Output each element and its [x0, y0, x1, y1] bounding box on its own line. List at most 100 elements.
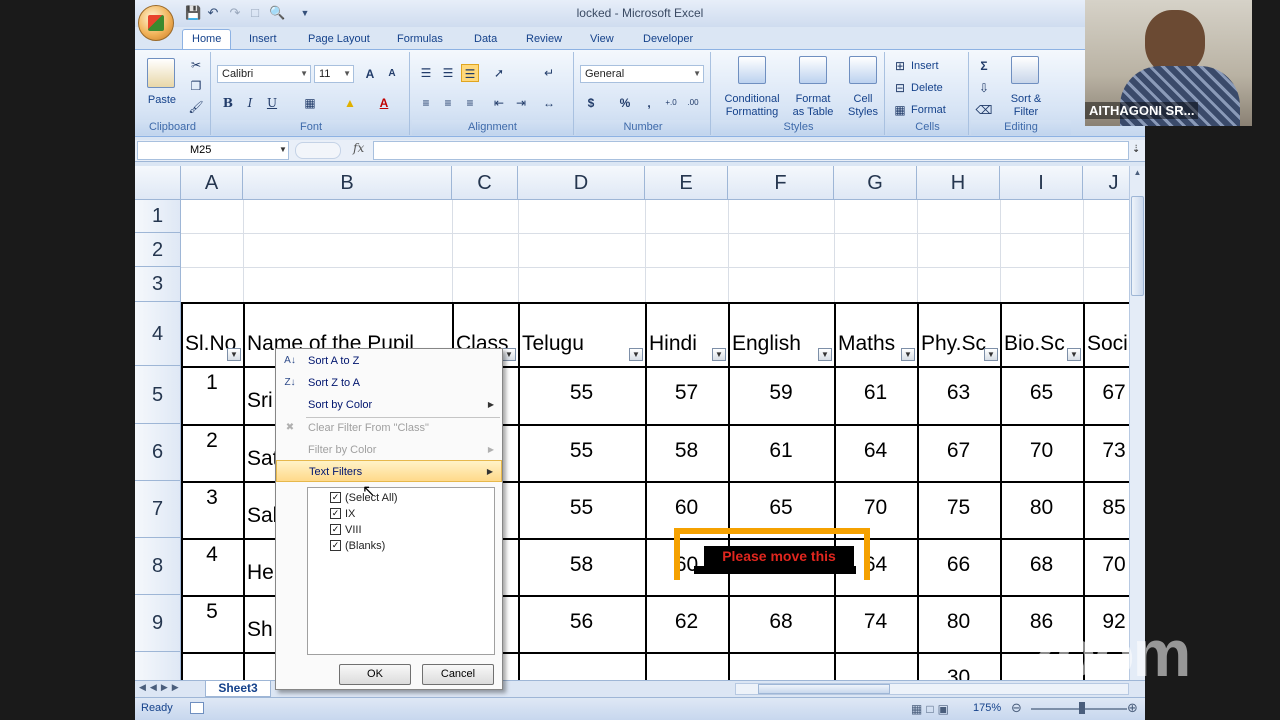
tab-developer[interactable]: Developer [641, 31, 695, 49]
format-cells-button[interactable]: Format [911, 104, 946, 117]
column-header-c[interactable]: C [452, 166, 518, 200]
select-all-corner[interactable] [135, 166, 181, 200]
cell-biosc[interactable]: 80 [1000, 496, 1083, 524]
zoom-out-icon[interactable]: ⊖ [1011, 700, 1022, 716]
tab-insert[interactable]: Insert [247, 31, 279, 49]
cell-sl[interactable]: 2 [181, 429, 243, 457]
vertical-scrollbar[interactable]: ▲ [1129, 166, 1145, 680]
filter-dropdown-d[interactable]: ▼ [629, 348, 643, 361]
zoom-in-icon[interactable]: ⊕ [1127, 700, 1138, 716]
column-header-h[interactable]: H [917, 166, 1000, 200]
view-buttons-icons[interactable]: ▦□▣ [911, 702, 953, 716]
macro-record-icon[interactable] [190, 702, 204, 714]
row-header-10[interactable] [135, 652, 181, 680]
cell-hindi[interactable]: 58 [645, 439, 728, 467]
name-box-dropdown-icon[interactable]: ▼ [279, 145, 287, 154]
shrink-font-button[interactable]: A [383, 65, 401, 83]
fill-icon[interactable]: ⇩ [975, 79, 993, 97]
cell-telugu[interactable]: 55 [518, 496, 645, 524]
format-as-table-button[interactable]: Format as Table [787, 93, 839, 119]
conditional-formatting-button[interactable]: Conditional Formatting [715, 93, 789, 119]
filter-dropdown-e[interactable]: ▼ [712, 348, 726, 361]
filter-dropdown-a[interactable]: ▼ [227, 348, 241, 361]
align-left-icon[interactable]: ≡ [417, 94, 435, 112]
filter-dropdown-i[interactable]: ▼ [1067, 348, 1081, 361]
cell-styles-button[interactable]: Cell Styles [841, 93, 885, 119]
cell-hindi[interactable]: 57 [645, 381, 728, 409]
insert-function-button[interactable]: fx [353, 141, 364, 155]
percent-button[interactable]: % [616, 94, 634, 112]
tab-home[interactable]: Home [182, 29, 232, 49]
sort-by-color-item[interactable]: Sort by Color ▶ [276, 394, 502, 416]
cell-sl[interactable]: 4 [181, 543, 243, 571]
vertical-scroll-thumb[interactable] [1131, 196, 1144, 296]
cell-maths[interactable]: 61 [834, 381, 917, 409]
filter-dropdown-c[interactable]: ▼ [502, 348, 516, 361]
sort-z-to-a-item[interactable]: Z↓ Sort Z to A [276, 372, 502, 394]
cell-physc[interactable]: 66 [917, 553, 1000, 581]
font-name-combo[interactable]: Calibri ▼ [217, 65, 311, 83]
row-header-2[interactable]: 2 [135, 233, 181, 267]
number-format-combo[interactable]: General ▼ [580, 65, 704, 83]
filter-dropdown-g[interactable]: ▼ [901, 348, 915, 361]
cell-telugu[interactable]: 58 [518, 553, 645, 581]
insert-cells-button[interactable]: Insert [911, 60, 939, 73]
cell-physc-row10[interactable]: 30 [917, 666, 1000, 680]
cell-maths[interactable]: 74 [834, 610, 917, 638]
cell-biosc[interactable]: 65 [1000, 381, 1083, 409]
row-header-4[interactable]: 4 [135, 302, 181, 366]
cell-hindi[interactable]: 62 [645, 610, 728, 638]
sort-filter-button[interactable]: Sort & Filter [1005, 93, 1047, 119]
cell-english[interactable]: 65 [728, 496, 834, 524]
column-header-e[interactable]: E [645, 166, 728, 200]
merge-center-icon[interactable]: ↔ [540, 94, 558, 112]
autosum-icon[interactable]: Σ [975, 57, 993, 75]
align-center-icon[interactable]: ≡ [439, 94, 457, 112]
fill-color-icon[interactable]: ▲ [341, 94, 359, 112]
cell-hindi[interactable]: 60 [645, 496, 728, 524]
office-button[interactable] [138, 5, 174, 41]
paste-button[interactable]: Paste [139, 94, 185, 107]
clear-icon[interactable]: ⌫ [975, 101, 993, 119]
name-box[interactable]: M25 [137, 141, 289, 160]
decrease-decimal-button[interactable]: .00 [684, 94, 702, 112]
row-header-8[interactable]: 8 [135, 538, 181, 595]
filter-values-list[interactable]: ✓ (Select All) ✓ IX ✓ VIII ✓ (Blanks) [307, 487, 495, 655]
sort-a-to-z-item[interactable]: A↓ Sort A to Z [276, 350, 502, 372]
formula-input[interactable] [373, 141, 1129, 160]
row-header-6[interactable]: 6 [135, 424, 181, 481]
comma-button[interactable]: , [640, 94, 658, 112]
bold-button[interactable]: B [219, 94, 237, 112]
sheet-tab-sheet3[interactable]: Sheet3 [205, 681, 271, 697]
ok-button[interactable]: OK [339, 664, 411, 685]
column-header-d[interactable]: D [518, 166, 645, 200]
align-right-icon[interactable]: ≡ [461, 94, 479, 112]
tab-data[interactable]: Data [472, 31, 499, 49]
cell-biosc[interactable]: 70 [1000, 439, 1083, 467]
align-bottom-icon[interactable]: ☰ [461, 64, 479, 82]
cell-telugu[interactable]: 55 [518, 381, 645, 409]
font-size-combo[interactable]: 11 ▼ [314, 65, 354, 83]
cell-sl[interactable]: 3 [181, 486, 243, 514]
delete-cells-button[interactable]: Delete [911, 82, 943, 95]
text-filters-item[interactable]: Text Filters ▶ [276, 460, 502, 482]
row-header-1[interactable]: 1 [135, 200, 181, 233]
italic-button[interactable]: I [241, 94, 259, 112]
scroll-up-icon[interactable]: ▲ [1131, 168, 1144, 182]
cell-maths[interactable]: 64 [834, 439, 917, 467]
cut-icon[interactable]: ✂ [187, 56, 205, 74]
row-header-9[interactable]: 9 [135, 595, 181, 652]
column-header-b[interactable]: B [243, 166, 452, 200]
cell-physc[interactable]: 63 [917, 381, 1000, 409]
underline-button[interactable]: U [263, 94, 281, 112]
horizontal-scroll-thumb[interactable] [758, 684, 890, 694]
format-painter-icon[interactable]: 🖌 [187, 98, 205, 116]
column-header-g[interactable]: G [834, 166, 917, 200]
filter-dropdown-h[interactable]: ▼ [984, 348, 998, 361]
cell-physc[interactable]: 75 [917, 496, 1000, 524]
cell-physc[interactable]: 67 [917, 439, 1000, 467]
orientation-icon[interactable]: ➚ [490, 64, 508, 82]
column-header-i[interactable]: I [1000, 166, 1083, 200]
filter-dropdown-f[interactable]: ▼ [818, 348, 832, 361]
row-header-3[interactable]: 3 [135, 267, 181, 302]
